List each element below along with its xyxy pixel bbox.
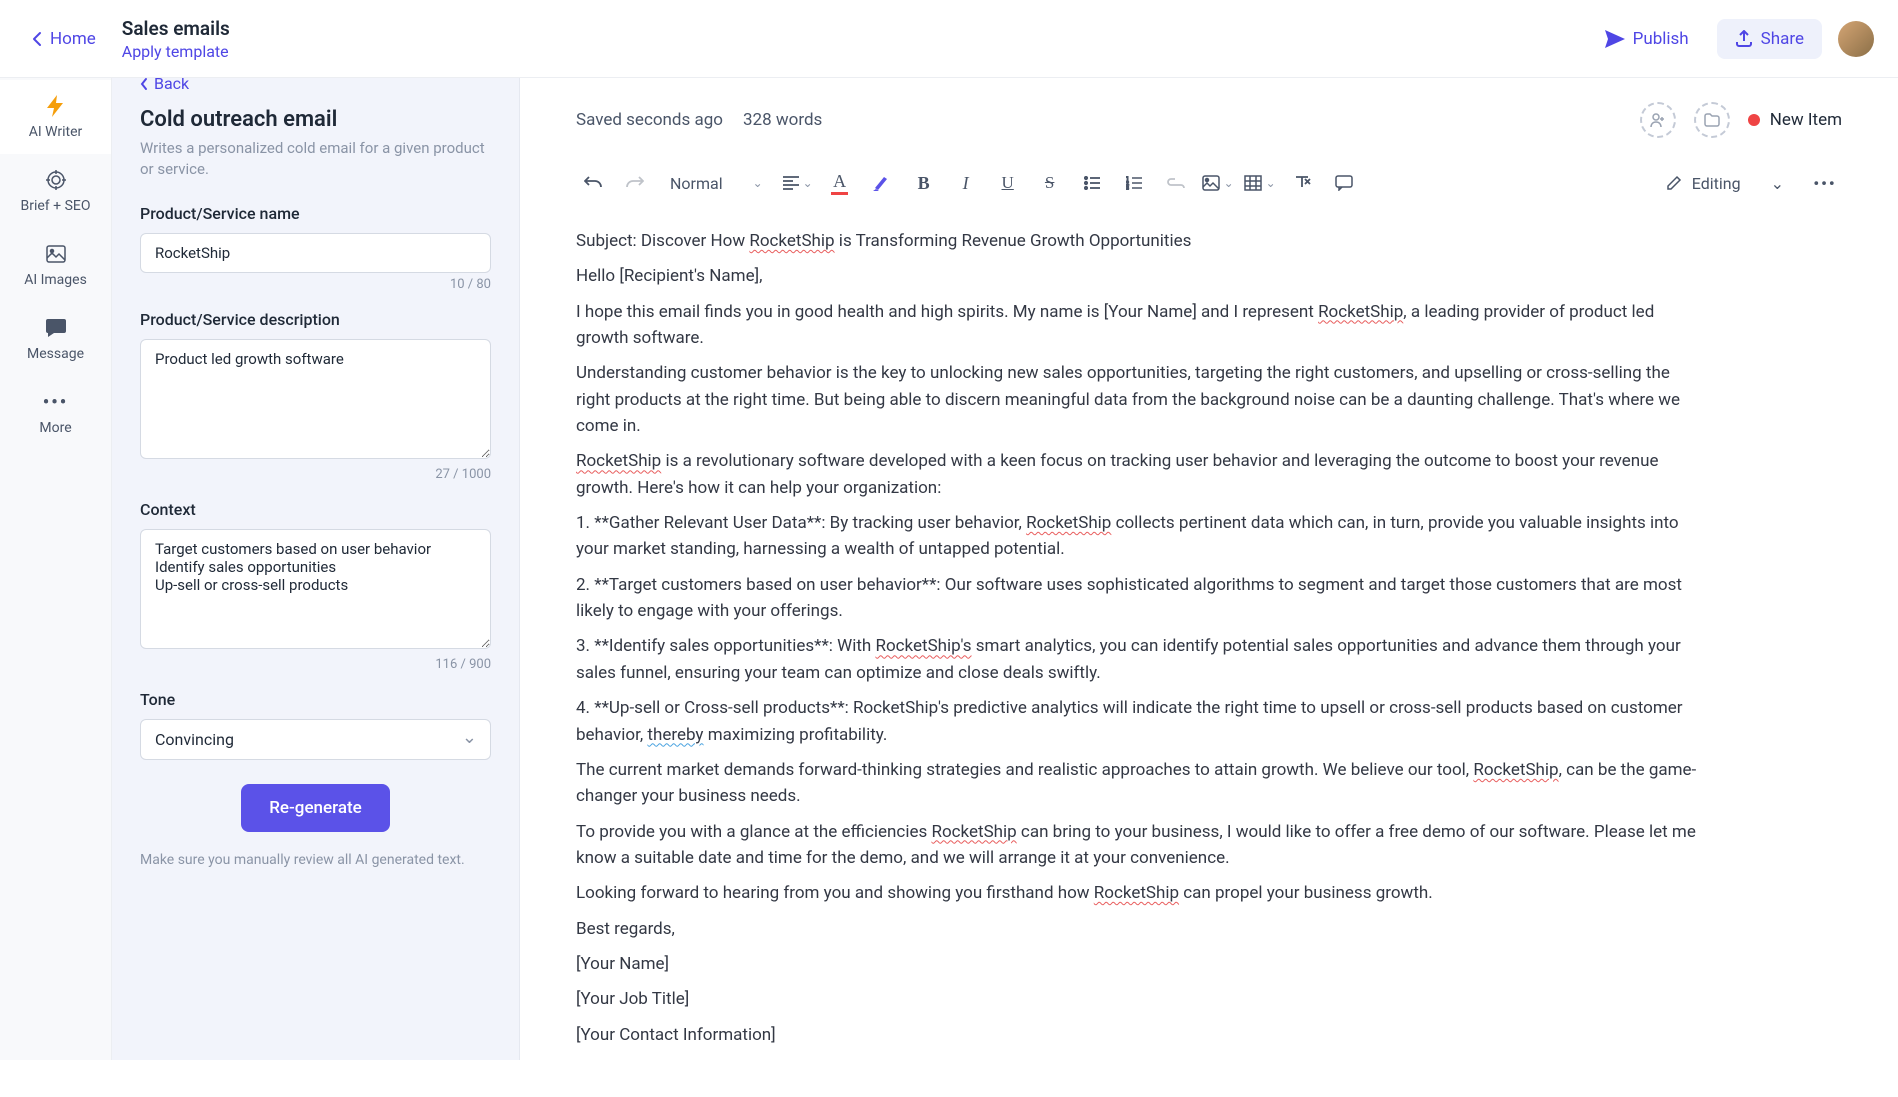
bullet-list-button[interactable] xyxy=(1075,166,1109,200)
rail-item-ai-writer[interactable]: AI Writer xyxy=(0,80,111,154)
review-note: Make sure you manually review all AI gen… xyxy=(140,850,491,871)
left-rail: AI Writer Brief + SEO AI Images Message … xyxy=(0,0,112,1060)
template-description: Writes a personalized cold email for a g… xyxy=(140,138,491,180)
context-counter: 116 / 900 xyxy=(140,657,491,672)
rail-label: AI Writer xyxy=(29,124,83,140)
link-button[interactable] xyxy=(1159,166,1193,200)
word-count: 328 words xyxy=(743,110,822,130)
numbered-list-button[interactable]: 123 xyxy=(1117,166,1151,200)
dots-icon: ••• xyxy=(44,390,68,414)
editor-main: Saved seconds ago 328 words New Item xyxy=(520,0,1898,1060)
rail-label: Message xyxy=(27,346,84,362)
product-desc-input[interactable] xyxy=(140,339,491,459)
saved-status: Saved seconds ago xyxy=(576,110,723,130)
comment-button[interactable] xyxy=(1327,166,1361,200)
image-button[interactable]: ⌄ xyxy=(1201,166,1235,200)
paragraph-style-select[interactable]: Normal ⌄ xyxy=(660,166,773,200)
product-desc-counter: 27 / 1000 xyxy=(140,467,491,482)
undo-button[interactable] xyxy=(576,166,610,200)
publish-button[interactable]: Publish xyxy=(1593,21,1701,57)
context-label: Context xyxy=(140,500,491,519)
product-name-input[interactable] xyxy=(140,233,491,273)
more-button[interactable]: ••• xyxy=(1808,166,1842,200)
svg-text:3: 3 xyxy=(1126,186,1129,190)
publish-label: Publish xyxy=(1633,29,1689,49)
context-input[interactable] xyxy=(140,529,491,649)
templates-panel: Templates ChatGPT Back Cold outreach ema… xyxy=(112,0,520,1060)
doc-title: Sales emails xyxy=(122,17,230,40)
bolt-icon xyxy=(44,94,68,118)
rail-item-message[interactable]: Message xyxy=(0,302,111,376)
product-desc-label: Product/Service description xyxy=(140,310,491,329)
editing-mode-button[interactable]: Editing ⌄ xyxy=(1656,168,1794,199)
underline-button[interactable]: U xyxy=(991,166,1025,200)
top-header: Home Sales emails Apply template Publish… xyxy=(0,0,1898,78)
status-row: Saved seconds ago 328 words New Item xyxy=(520,78,1898,156)
table-button[interactable]: ⌄ xyxy=(1243,166,1277,200)
avatar[interactable] xyxy=(1838,21,1874,57)
target-icon xyxy=(44,168,68,192)
rail-label: AI Images xyxy=(24,272,87,288)
tone-select[interactable]: Convincing xyxy=(140,719,491,760)
share-button[interactable]: Share xyxy=(1717,19,1822,59)
clear-format-button[interactable] xyxy=(1285,166,1319,200)
rail-label: Brief + SEO xyxy=(21,198,91,214)
tone-label: Tone xyxy=(140,690,491,709)
align-button[interactable]: ⌄ xyxy=(781,166,815,200)
red-dot-icon xyxy=(1748,114,1760,126)
rail-item-more[interactable]: ••• More xyxy=(0,376,111,450)
editing-label: Editing xyxy=(1692,174,1741,193)
chevron-down-icon: ⌄ xyxy=(1771,174,1784,193)
rail-item-ai-images[interactable]: AI Images xyxy=(0,228,111,302)
text-color-button[interactable]: A xyxy=(823,166,857,200)
new-item-label: New Item xyxy=(1770,110,1842,130)
home-label: Home xyxy=(50,29,96,49)
chevron-left-icon xyxy=(32,31,42,47)
image-icon xyxy=(44,242,68,266)
chevron-down-icon: ⌄ xyxy=(803,176,813,190)
send-icon xyxy=(1605,30,1625,48)
product-name-counter: 10 / 80 xyxy=(140,277,491,292)
highlight-button[interactable] xyxy=(865,166,899,200)
apply-template-link[interactable]: Apply template xyxy=(122,42,230,61)
para-style-label: Normal xyxy=(670,174,723,193)
share-label: Share xyxy=(1761,29,1804,49)
new-item-status[interactable]: New Item xyxy=(1748,110,1842,130)
chat-icon xyxy=(44,316,68,340)
document-body[interactable]: Subject: Discover How RocketShip is Tran… xyxy=(520,218,1760,1097)
strikethrough-button[interactable]: S xyxy=(1033,166,1067,200)
chevron-down-icon: ⌄ xyxy=(1224,176,1234,190)
editor-toolbar: Normal ⌄ ⌄ A B I U S xyxy=(520,156,1898,218)
chevron-down-icon: ⌄ xyxy=(1266,176,1276,190)
italic-button[interactable]: I xyxy=(949,166,983,200)
add-person-button[interactable] xyxy=(1640,102,1676,138)
product-name-label: Product/Service name xyxy=(140,204,491,223)
upload-icon xyxy=(1735,30,1753,48)
template-title: Cold outreach email xyxy=(140,107,491,132)
regenerate-button[interactable]: Re-generate xyxy=(241,784,390,832)
chevron-down-icon: ⌄ xyxy=(753,176,763,190)
bold-button[interactable]: B xyxy=(907,166,941,200)
add-folder-button[interactable] xyxy=(1694,102,1730,138)
rail-label: More xyxy=(39,420,71,436)
rail-item-brief-seo[interactable]: Brief + SEO xyxy=(0,154,111,228)
redo-button[interactable] xyxy=(618,166,652,200)
doc-meta: Sales emails Apply template xyxy=(122,17,230,61)
home-button[interactable]: Home xyxy=(18,21,110,57)
